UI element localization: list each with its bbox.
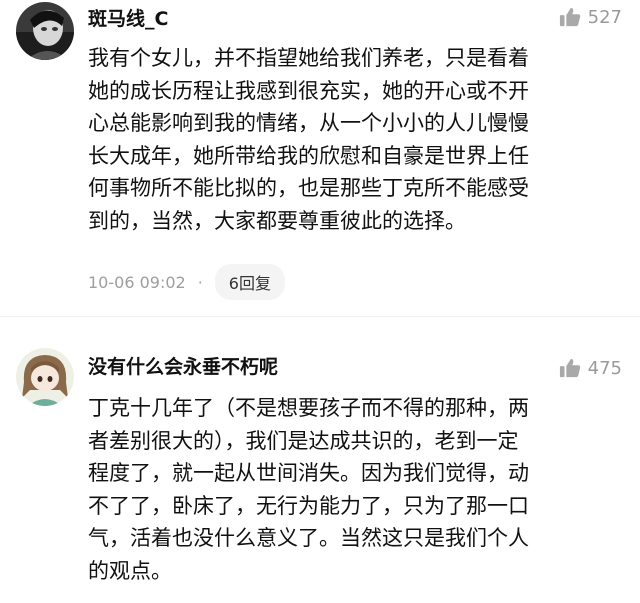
comment-line: 程度了，就一起从世间消失。因为我们觉得，动 — [88, 461, 529, 486]
comment-text: 我有个女儿，并不指望她给我们养老，只是看着 她的成长历程让我感到很充实，她的开心… — [88, 42, 624, 238]
comment-item: 斑马线_C 527 我有个女儿，并不指望她给我们养老，只是看着 她的成长历程让我… — [0, 0, 640, 318]
comment-line: 我有个女儿，并不指望她给我们养老，只是看着 — [88, 46, 529, 70]
like-count: 475 — [587, 357, 622, 379]
comment-line: 长大成年，她所带给我的欣慰和自豪是世界上任 — [88, 143, 529, 168]
comment-line: 心总能影响到我的情绪，从一个小小的人儿慢慢 — [88, 111, 529, 136]
timestamp: 10-06 09:02 — [88, 272, 186, 292]
comment-text: 丁克十几年了（不是想要孩子而不得的那种，两 者差别很大的），我们是达成共识的，老… — [88, 392, 624, 588]
like-button[interactable]: 527 — [559, 6, 622, 28]
avatar[interactable] — [16, 2, 74, 60]
like-count: 527 — [587, 6, 622, 28]
comment-line: 她的成长历程让我感到很充实，她的开心或不开 — [88, 78, 529, 103]
replies-button[interactable]: 6回复 — [214, 264, 285, 300]
comment-line: 何事物所不能比拟的，也是那些丁克所不能感受 — [88, 176, 529, 201]
comment-item: 没有什么会永垂不朽呢 475 丁克十几年了（不是想要孩子而不得的那种，两 者差别… — [0, 318, 640, 603]
username[interactable]: 没有什么会永垂不朽呢 — [88, 352, 278, 379]
comment-meta: 10-06 09:02 · 6回复 — [88, 264, 285, 300]
thumbs-up-icon — [559, 358, 580, 378]
meta-separator: · — [197, 272, 203, 292]
comment-line: 不了了，卧床了，无行为能力了，只为了那一口 — [88, 493, 529, 518]
comment-line: 丁克十几年了（不是想要孩子而不得的那种，两 — [88, 396, 529, 420]
comment-line: 的观点。 — [88, 558, 172, 583]
avatar[interactable] — [16, 348, 74, 406]
username[interactable]: 斑马线_C — [88, 4, 168, 31]
like-button[interactable]: 475 — [559, 357, 622, 379]
comment-line: 到的，当然，大家都要尊重彼此的选择。 — [88, 208, 466, 233]
thumbs-up-icon — [559, 7, 580, 27]
comment-line: 者差别很大的），我们是达成共识的，老到一定 — [88, 428, 519, 453]
divider — [0, 316, 640, 317]
comment-line: 气，活着也没什么意义了。当然这只是我们个人 — [88, 526, 529, 551]
